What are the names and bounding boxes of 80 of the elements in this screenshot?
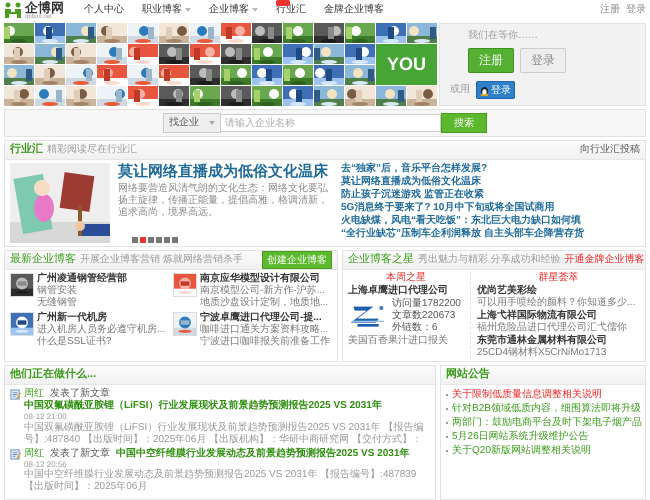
article-link[interactable]: 去“独家”后，音乐平台怎样发展? [341,163,640,175]
search-scope-select[interactable]: 找企业 [163,113,221,133]
user-link[interactable]: 周红 [24,448,44,460]
document-icon [10,389,21,400]
section-title: 他们正在做什么... [10,368,96,382]
notice-link[interactable]: 关于Q20新版网站调整相关说明 [452,445,591,457]
notice-link[interactable]: 关于限制低质量信息调整相关说明 [452,389,602,401]
blog-post-link[interactable]: 地质沙盘设计定制，地质地... [200,297,328,309]
blog-post-link[interactable]: 进入机房人员务必遵守机房... [37,324,166,336]
blog-post-link[interactable]: 什么是SSL证书? [37,336,166,348]
section-title: 网站公告 [446,368,490,382]
notice-link[interactable]: 5月26日网站系统升级维护公告 [452,431,589,443]
blog-post-link[interactable]: 无缝钢管 [37,297,127,309]
blog-name-link[interactable]: 广州凌通钢管经营部 [37,273,127,285]
penguin-icon [480,84,489,96]
article-summary: 中国中空纤维膜行业发展动态及前景趋势预测报告2025 VS 2031年 【报告编号】:487839 【出版时间】：2025年06月 [24,469,418,494]
article-link[interactable]: 5G消息终于要来了? 10月中下旬或将全国试商用 [341,202,640,214]
qq-login-button[interactable]: 登录 [476,81,515,99]
blog-post-link[interactable]: 宁波进口咖啡报关前准备工作 [200,336,330,348]
top-link[interactable]: 登录 [626,4,646,16]
article-summary: 中国双氟磺酰亚胺锂（LiFSI）行业发展现状及前景趋势预测报告2025 VS 2031年 【报告编号】:487840 【出版时间】：2025年06月 【出版机构】：华研中商研究网 【交付方式】： [24,422,425,446]
article-link[interactable]: “全行业缺芯”压制车企利润释放 自主头部车企降营存货 [341,228,640,240]
submit-link[interactable]: 向行业汇投稿 [580,144,640,156]
caret-icon [209,121,215,125]
action-text: 发表了新文章 [50,388,110,400]
timestamp: 08-12 21:00 [24,412,67,422]
create-blog-button[interactable]: 创建企业博客 [262,251,332,269]
user-link[interactable]: 周红 [24,388,44,400]
article-title-link[interactable]: 中国双氟磺酰亚胺锂（LiFSI）行业发展现状及前景趋势预测报告2025 VS 2031年 [24,400,382,412]
article-link[interactable]: 可以用手喷绘的颜料？你知道多少... [476,297,640,309]
company-link[interactable]: 上海弋祥国际物流有限公司 [476,310,640,322]
section-subtitle: 精彩阅读尽在行业汇 [47,144,137,156]
blog-name-link[interactable]: 宁波卓鹰进口代理公司-提... [200,312,330,324]
document-icon [10,448,21,460]
section-title: 行业汇 [10,143,43,157]
timestamp: 08-12 20:56 [24,460,67,469]
article-link[interactable]: 美国百香果汁进口报关 [348,335,464,347]
nav-link[interactable]: 个人中心 [84,4,124,16]
section-subtitle: 秀出魅力与精彩 分享成功和经验 [418,254,561,266]
stat-text: 访问量1782200 [392,298,461,310]
nav-link[interactable]: 企业博客 [209,4,258,16]
site-logo-text[interactable]: 企博网 [25,0,64,14]
section-subtitle: 开展企业博客营销 炼就网络营销杀手 [80,254,243,266]
you-tile[interactable]: YOU [376,44,437,85]
blog-name-link[interactable]: 广州新一代机房 [37,312,166,324]
search-field[interactable]: 请输入企业名称 [221,114,441,132]
article-link[interactable]: 火电缺煤，风电“看天吃饭”：东北巨大电力缺口如何填 [341,215,640,227]
stat-text: 文章数220673 [392,310,456,322]
action-text: 发表了新文章 [50,448,110,460]
article-link[interactable]: 福州危险品进口代理公司汇弋儒你 [476,322,640,334]
notice-link[interactable]: 两部门：鼓励电商平台及时下架电子烟产品 [452,417,642,429]
company-link[interactable]: 东莞市通林金属材料有限公司 [476,335,640,347]
article-link[interactable]: 莫让网络直播成为低俗文化温床 [341,176,640,188]
column-label: 本周之星 [386,272,426,284]
top-link[interactable]: 注册 [600,4,620,16]
article-title-link[interactable]: 中国中空纤维膜行业发展动态及前景趋势预测报告2025 VS 2031年 [116,448,410,460]
stat-text: 外链数：6 [392,322,438,334]
article-link[interactable]: 防止孩子沉迷游戏 监管正在收紧 [341,189,640,201]
welcome-text: 我们在等你…… [467,30,539,42]
blog-post-link[interactable]: 南京模型公司-新方作-沪苏... [200,285,328,297]
premium-blog-link[interactable]: 开通金牌企业博客 [564,254,645,266]
headline-link[interactable]: 莫让网络直播成为低俗文化温床 [118,163,333,180]
company-link[interactable]: 上海卓鹰进口代理公司 [348,285,464,297]
blog-post-link[interactable]: 咖啡进口通关方案资料攻略... [200,324,330,336]
article-summary: 网络要营造风清气朗的文化生态：网络文化要弘扬主旋律，传播正能量，提倡高雅，格调清新，追求高尚，境界高远。 [118,183,329,220]
notice-link[interactable]: 针对B2B领域低质内容，细围算法即将升级 [452,403,641,415]
register-button[interactable]: 注册 [468,48,514,73]
blog-name-link[interactable]: 南京应华模型设计有限公司 [200,273,328,285]
search-button[interactable]: 搜索 [441,113,487,133]
blog-post-link[interactable]: 钢管安装 [37,285,127,297]
column-label: 群星荟萃 [538,272,578,284]
nav-link[interactable]: 金牌企业博客 [324,4,384,16]
login-button[interactable]: 登录 [520,48,566,73]
article-link[interactable]: 25CD4钢材料X5CrNiMo1713 [476,347,640,359]
or-label: 或用 [450,84,470,96]
people-icon [4,2,22,18]
nav-link[interactable]: 职业博客 [142,4,191,16]
company-link[interactable]: 优尚艺美彩绘 [476,285,640,297]
section-title: 最新企业博客 [10,253,76,267]
section-title: 企业博客之星 [348,253,414,267]
